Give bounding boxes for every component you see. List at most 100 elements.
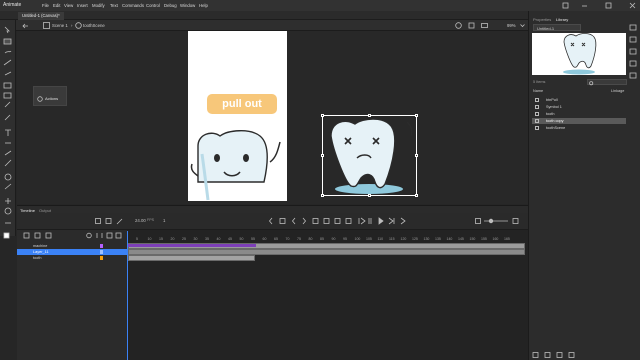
frame-tick-label: 20 xyxy=(170,237,175,241)
playback-controls[interactable] xyxy=(269,217,409,225)
fps-value[interactable]: 24.00 xyxy=(135,218,146,223)
frame-tick-label: 120 xyxy=(400,237,407,241)
frame-tick-label: 95 xyxy=(343,237,347,241)
resize-handle[interactable] xyxy=(321,154,324,157)
current-frame[interactable]: 1 xyxy=(163,218,165,223)
library-search-input[interactable] xyxy=(587,79,627,85)
pull-out-button[interactable]: pull out xyxy=(207,94,277,114)
onion-skin-icons[interactable] xyxy=(95,218,127,225)
layer-name[interactable]: Layer_11 xyxy=(33,250,49,254)
frame-tick-label: 65 xyxy=(274,237,278,241)
tooth-graphic[interactable] xyxy=(190,128,290,202)
menu-view[interactable]: View xyxy=(64,3,73,8)
selection-box[interactable] xyxy=(321,114,418,197)
chevron-down-icon[interactable] xyxy=(520,24,525,28)
frame-tick-label: 150 xyxy=(469,237,476,241)
panel-icon-strip[interactable] xyxy=(629,24,638,80)
frame-tick-label: 100 xyxy=(354,237,361,241)
frame-tick-label: 60 xyxy=(262,237,267,241)
menu-debug[interactable]: Debug xyxy=(164,3,177,8)
symbol-icon xyxy=(75,22,82,29)
layer-color-swatch[interactable] xyxy=(100,256,103,260)
resize-handle[interactable] xyxy=(321,194,324,197)
menu-text[interactable]: Text xyxy=(110,3,118,8)
layer-color-swatch[interactable] xyxy=(100,250,103,254)
menu-window[interactable]: Window xyxy=(180,3,195,8)
tween-span[interactable] xyxy=(128,244,256,247)
actions-panel[interactable]: Actions xyxy=(33,86,67,106)
frame-tick-label: 165 xyxy=(504,237,510,241)
tab-library[interactable]: Library xyxy=(556,17,568,22)
resize-handle[interactable] xyxy=(415,154,418,157)
layer-color-swatch[interactable] xyxy=(100,244,103,248)
tools-panel xyxy=(0,20,16,239)
actions-title: Actions xyxy=(45,96,59,101)
library-preview xyxy=(532,33,626,75)
library-item-symbol1[interactable]: Symbol 1 xyxy=(532,104,626,110)
center-stage-icon[interactable] xyxy=(455,22,462,29)
document-tab-bar: Untitled-1 (Canvas)* xyxy=(0,11,528,20)
tooth-preview-image xyxy=(563,33,597,75)
document-select-value: Untitled-1 xyxy=(537,26,555,31)
timeline-toolbar: 24.00 FPS 1 xyxy=(17,213,528,230)
frame-tick-label: 145 xyxy=(458,237,464,241)
library-item-tooth[interactable]: tooth xyxy=(532,111,626,117)
tool-icons[interactable] xyxy=(3,25,13,245)
breadcrumb-scene[interactable]: Scene 1 xyxy=(52,23,68,28)
actions-icon xyxy=(37,96,43,102)
frame-tick-label: 160 xyxy=(492,237,499,241)
menu-control[interactable]: Control xyxy=(146,3,160,8)
menu-commands[interactable]: Commands xyxy=(122,3,144,8)
frame-tick-label: 35 xyxy=(205,237,209,241)
tab-properties[interactable]: Properties xyxy=(533,17,551,22)
library-item-name: toothScene xyxy=(546,126,566,130)
scene-icon xyxy=(43,22,50,29)
breadcrumb-symbol[interactable]: toothScene xyxy=(83,23,105,28)
layer-name[interactable]: machine xyxy=(33,244,47,248)
symbol-icon xyxy=(535,112,539,116)
menu-modify[interactable]: Modify xyxy=(92,3,105,8)
library-item-tooth-copy[interactable]: tooth copy xyxy=(532,118,626,124)
library-item-count: 5 Items xyxy=(533,80,546,84)
document-tab[interactable]: Untitled-1 (Canvas)* xyxy=(18,12,64,20)
back-arrow-icon[interactable] xyxy=(22,23,30,29)
window-controls xyxy=(562,2,636,9)
zoom-level[interactable]: 99% xyxy=(507,23,516,28)
button-symbol-icon xyxy=(535,98,539,102)
library-column-name[interactable]: Name xyxy=(533,89,543,93)
menu-bar: Animate File Edit View Insert Modify Tex… xyxy=(0,0,640,11)
resize-handle[interactable] xyxy=(415,114,418,117)
library-item-name: btnPull xyxy=(546,98,558,102)
menu-help[interactable]: Help xyxy=(199,3,208,8)
frame-tick-label: 130 xyxy=(423,237,430,241)
resize-handle[interactable] xyxy=(368,194,371,197)
library-item-name: Symbol 1 xyxy=(546,105,562,109)
library-item-toothscene[interactable]: toothScene xyxy=(532,125,626,131)
clip-icon[interactable] xyxy=(468,22,475,29)
resize-handle[interactable] xyxy=(415,194,418,197)
timeline-zoom-slider[interactable] xyxy=(475,217,525,225)
frame-tick-label: 15 xyxy=(159,237,163,241)
resize-handle[interactable] xyxy=(321,114,324,117)
menu-edit[interactable]: Edit xyxy=(53,3,60,8)
frame-tick-label: 70 xyxy=(285,237,290,241)
menu-insert[interactable]: Insert xyxy=(77,3,88,8)
layer-row-tooth[interactable]: tooth xyxy=(17,255,127,261)
fps-label: FPS xyxy=(147,218,154,222)
layer-toolbar-icons[interactable] xyxy=(23,232,123,239)
menu-file[interactable]: File xyxy=(42,3,49,8)
library-item-btnpull[interactable]: btnPull xyxy=(532,97,626,103)
frame-tick-label: 10 xyxy=(147,237,152,241)
playhead[interactable] xyxy=(127,231,128,360)
camera-icon[interactable] xyxy=(481,22,488,29)
frame-tick-label: 50 xyxy=(239,237,244,241)
library-column-linkage[interactable]: Linkage xyxy=(611,89,624,93)
layer-name[interactable]: tooth xyxy=(33,256,41,260)
document-select[interactable]: Untitled-1 xyxy=(533,24,581,31)
frame-tick-label: 55 xyxy=(251,237,255,241)
frames-tooth[interactable] xyxy=(128,255,255,261)
symbol-icon xyxy=(535,119,539,123)
app-logo: Animate xyxy=(3,2,22,8)
resize-handle[interactable] xyxy=(368,114,371,117)
library-footer-icons[interactable] xyxy=(532,352,602,358)
